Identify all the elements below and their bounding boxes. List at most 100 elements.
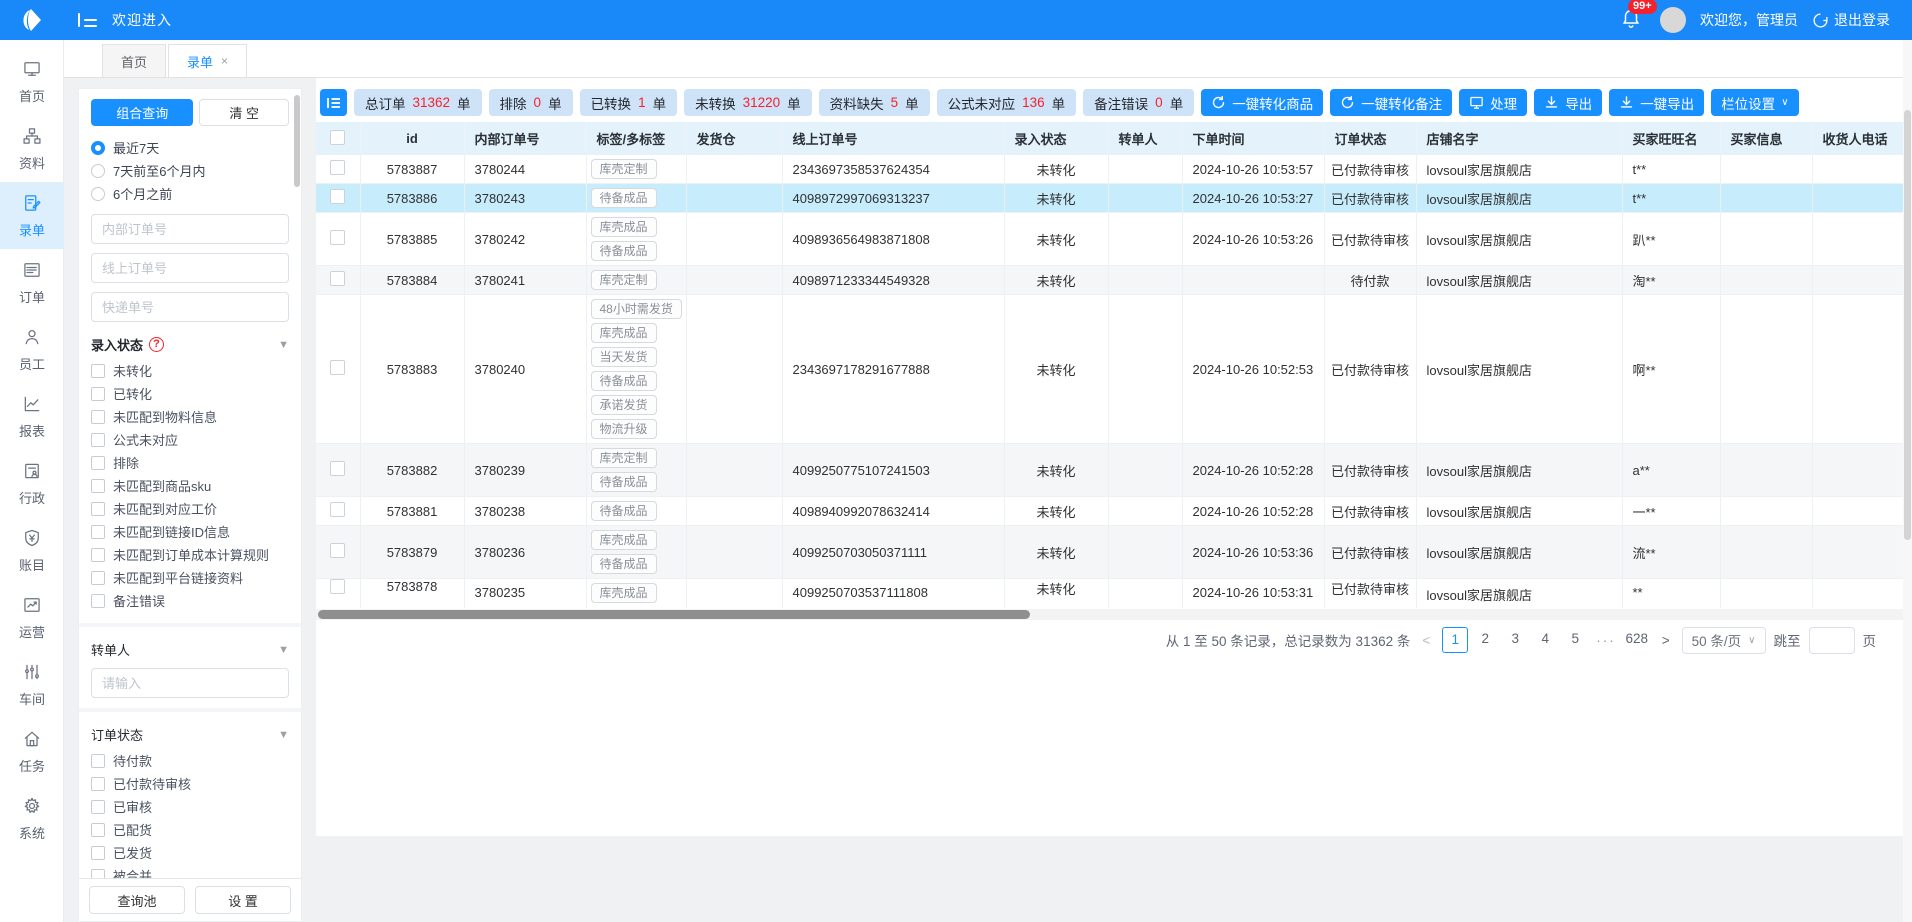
collapse-menu-icon[interactable] (78, 12, 98, 28)
table-row[interactable]: 57838823780239库壳定制待备成品409925077510724150… (316, 444, 1905, 497)
order-status-option-已发货[interactable]: 已发货 (91, 842, 289, 865)
combo-query-button[interactable]: 组合查询 (91, 99, 193, 126)
row-checkbox[interactable] (330, 461, 345, 476)
row-checkbox[interactable] (330, 502, 345, 517)
express-no-input[interactable] (91, 292, 289, 322)
sidebar-item-录单[interactable]: 录单 (0, 182, 64, 249)
page-number-4[interactable]: 4 (1532, 627, 1558, 653)
table-horizontal-scrollbar[interactable] (316, 609, 1905, 620)
filter-scrollbar[interactable] (294, 95, 300, 187)
entry-status-option-未匹配到平台链接资料[interactable]: 未匹配到平台链接资料 (91, 567, 289, 590)
entry-status-option-备注错误[interactable]: 备注错误 (91, 590, 289, 613)
clear-button[interactable]: 清 空 (199, 99, 289, 126)
transfer-person-section-header[interactable]: 转单人 ▼ (91, 640, 289, 659)
table-row[interactable]: 57838873780244库壳定制2343697358537624354未转化… (316, 155, 1905, 184)
entry-status-option-未匹配到链接ID信息[interactable]: 未匹配到链接ID信息 (91, 521, 289, 544)
tab-close-icon[interactable]: × (221, 54, 228, 68)
sidebar-item-系统[interactable]: 系统 (0, 785, 64, 852)
help-icon[interactable]: ? (149, 337, 164, 352)
filter-footer-button-查询池[interactable]: 查询池 (89, 886, 185, 914)
order-status-section-header[interactable]: 订单状态 ▼ (91, 725, 289, 744)
sidebar-item-首页[interactable]: 首页 (0, 48, 64, 115)
user-avatar[interactable] (1660, 7, 1686, 33)
order-status-option-已审核[interactable]: 已审核 (91, 796, 289, 819)
date-radio-6个月之前[interactable]: 6个月之前 (91, 182, 289, 205)
action-button-一键转化备注[interactable]: 一键转化备注 (1330, 89, 1452, 116)
sidebar-item-车间[interactable]: 车间 (0, 651, 64, 718)
entry-status-section-header[interactable]: 录入状态 ? ▼ (91, 335, 289, 354)
entry-status-option-未匹配到商品sku[interactable]: 未匹配到商品sku (91, 475, 289, 498)
page-vertical-scrollbar[interactable] (1903, 40, 1912, 922)
chevron-down-icon[interactable]: ▼ (278, 339, 289, 351)
row-checkbox[interactable] (330, 543, 345, 558)
row-checkbox[interactable] (330, 271, 345, 286)
date-radio-7天前至6个月内[interactable]: 7天前至6个月内 (91, 159, 289, 182)
last-page-button[interactable]: 628 (1624, 627, 1650, 653)
list-settings-icon-button[interactable] (320, 89, 347, 116)
notification-bell-icon[interactable]: 99+ (1620, 7, 1646, 33)
table-row[interactable]: 57838793780236库壳成品待备成品409925070305037111… (316, 526, 1905, 579)
sidebar-item-员工[interactable]: 员工 (0, 316, 64, 383)
logout-button[interactable]: 退出登录 (1812, 10, 1890, 30)
entry-status-option-公式未对应[interactable]: 公式未对应 (91, 429, 289, 452)
next-page-button[interactable]: > (1658, 633, 1674, 648)
filter-footer-button-设置[interactable]: 设 置 (195, 886, 291, 914)
row-checkbox[interactable] (330, 230, 345, 245)
entry-status-option-已转化[interactable]: 已转化 (91, 383, 289, 406)
stat-chip-备注错误[interactable]: 备注错误 0 单 (1083, 89, 1194, 116)
page-number-1[interactable]: 1 (1442, 627, 1468, 653)
entry-status-option-未匹配到订单成本计算规则[interactable]: 未匹配到订单成本计算规则 (91, 544, 289, 567)
chevron-down-icon[interactable]: ▼ (278, 644, 289, 656)
transfer-person-input[interactable] (91, 668, 289, 698)
tab-首页[interactable]: 首页 (102, 44, 166, 77)
page-number-5[interactable]: 5 (1562, 627, 1588, 653)
sidebar-item-账目[interactable]: 账目 (0, 517, 64, 584)
select-all-checkbox[interactable] (330, 130, 345, 145)
prev-page-button[interactable]: < (1418, 633, 1434, 648)
column-header-sel[interactable] (316, 122, 360, 155)
action-button-一键导出[interactable]: 一键导出 (1609, 89, 1704, 116)
sidebar-item-行政[interactable]: 行政 (0, 450, 64, 517)
page-size-select[interactable]: 50 条/页 ∨ (1682, 627, 1766, 654)
sidebar-item-报表[interactable]: 报表 (0, 383, 64, 450)
stat-chip-排除[interactable]: 排除 0 单 (489, 89, 573, 116)
sidebar-item-运营[interactable]: 运营 (0, 584, 64, 651)
chevron-down-icon[interactable]: ▼ (278, 729, 289, 741)
sidebar-item-订单[interactable]: 订单 (0, 249, 64, 316)
action-button-一键转化商品[interactable]: 一键转化商品 (1201, 89, 1323, 116)
online-order-no-input[interactable] (91, 253, 289, 283)
jump-page-input[interactable] (1809, 627, 1855, 654)
order-status-option-已配货[interactable]: 已配货 (91, 819, 289, 842)
sidebar-item-资料[interactable]: 资料 (0, 115, 64, 182)
row-checkbox[interactable] (330, 160, 345, 175)
stat-chip-资料缺失[interactable]: 资料缺失 5 单 (819, 89, 930, 116)
table-row[interactable]: 57838813780238待备成品4098940992078632414未转化… (316, 497, 1905, 526)
date-radio-最近7天[interactable]: 最近7天 (91, 136, 289, 159)
entry-status-option-未匹配到物料信息[interactable]: 未匹配到物料信息 (91, 406, 289, 429)
horizontal-scroll-thumb[interactable] (318, 610, 1030, 619)
row-checkbox[interactable] (330, 189, 345, 204)
row-checkbox[interactable] (330, 579, 345, 594)
table-row[interactable]: 57838843780241库壳定制4098971233344549328未转化… (316, 266, 1905, 295)
page-number-2[interactable]: 2 (1472, 627, 1498, 653)
sidebar-item-任务[interactable]: 任务 (0, 718, 64, 785)
entry-status-option-排除[interactable]: 排除 (91, 452, 289, 475)
table-row[interactable]: 5783883378024048小时需发货库壳成品当天发货待备成品承诺发货物流升… (316, 295, 1905, 444)
entry-status-option-未匹配到对应工价[interactable]: 未匹配到对应工价 (91, 498, 289, 521)
page-number-3[interactable]: 3 (1502, 627, 1528, 653)
action-button-栏位设置[interactable]: 栏位设置∨ (1711, 89, 1798, 116)
order-status-option-待付款[interactable]: 待付款 (91, 750, 289, 773)
action-button-处理[interactable]: 处理 (1459, 89, 1527, 116)
table-row[interactable]: 57838783780235库壳成品4099250703537111808未转化… (316, 579, 1905, 609)
stat-chip-已转换[interactable]: 已转换 1 单 (580, 89, 678, 116)
stat-chip-未转换[interactable]: 未转换 31220 单 (684, 89, 812, 116)
tab-录单[interactable]: 录单× (168, 44, 247, 77)
order-status-option-已付款待审核[interactable]: 已付款待审核 (91, 773, 289, 796)
row-checkbox[interactable] (330, 360, 345, 375)
stat-chip-总订单[interactable]: 总订单 31362 单 (354, 89, 482, 116)
order-status-option-被合并[interactable]: 被合并 (91, 865, 289, 878)
internal-order-no-input[interactable] (91, 214, 289, 244)
action-button-导出[interactable]: 导出 (1534, 89, 1602, 116)
table-row[interactable]: 57838863780243待备成品4098972997069313237未转化… (316, 184, 1905, 213)
stat-chip-公式未对应[interactable]: 公式未对应 136 单 (937, 89, 1077, 116)
